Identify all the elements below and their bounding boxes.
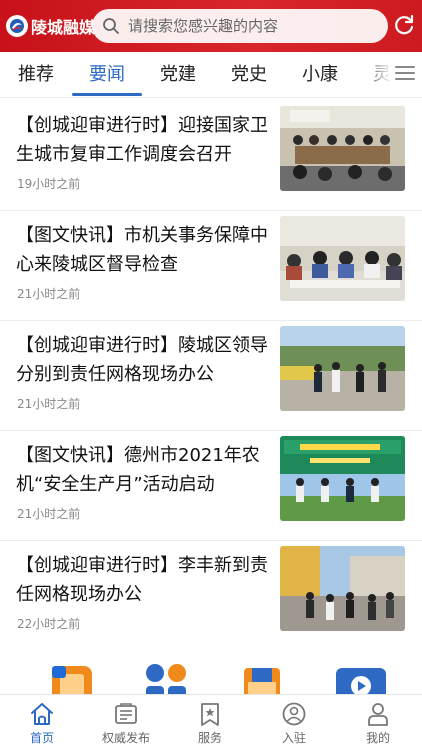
person-icon — [368, 703, 388, 726]
nav-label: 入驻 — [281, 731, 306, 745]
news-thumbnail[interactable] — [280, 436, 405, 521]
service-box-icon[interactable] — [240, 662, 284, 696]
tab-party-history[interactable]: 党史 — [231, 62, 267, 88]
refresh-icon[interactable] — [392, 13, 416, 37]
home-icon — [31, 703, 53, 725]
news-title[interactable]: 【创城迎审进行时】李丰新到责任网格现场办公 — [16, 551, 268, 609]
news-thumbnail[interactable] — [280, 106, 405, 191]
nav-label: 我的 — [365, 731, 390, 745]
news-time: 21小时之前 — [17, 507, 81, 521]
logo-mark-icon — [6, 15, 28, 37]
service-orange-icon[interactable] — [50, 662, 94, 696]
news-thumbnail[interactable] — [280, 546, 405, 631]
news-time: 19小时之前 — [17, 177, 81, 191]
news-item[interactable]: 【图文快讯】德州市2021年农机“安全生产月”活动启动 21小时之前 — [0, 431, 422, 541]
tab-party-building[interactable]: 党建 — [160, 62, 196, 88]
news-thumbnail[interactable] — [280, 326, 405, 411]
search-bar[interactable] — [92, 9, 388, 43]
top-header: 陵城融媒 — [0, 0, 422, 52]
nav-label: 权威发布 — [101, 731, 150, 745]
search-icon — [102, 17, 120, 35]
tab-xiaokang[interactable]: 小康 — [302, 62, 338, 88]
app-logo[interactable]: 陵城融媒 — [6, 14, 95, 38]
bottom-navigation: 首页 权威发布 服务 入驻 我的 — [0, 694, 422, 750]
active-tab-indicator — [72, 93, 142, 96]
nav-official-release[interactable]: 权威发布 — [84, 695, 168, 750]
news-title[interactable]: 【创城迎审进行时】陵城区领导分别到责任网格现场办公 — [16, 331, 268, 389]
newspaper-icon — [115, 703, 137, 724]
nav-label: 首页 — [29, 731, 54, 745]
news-title[interactable]: 【创城迎审进行时】迎接国家卫生城市复审工作调度会召开 — [16, 111, 268, 169]
bookmark-star-icon — [201, 703, 219, 726]
search-input[interactable] — [128, 17, 378, 35]
user-circle-icon — [282, 702, 306, 726]
tab-headlines[interactable]: 要闻 — [89, 62, 125, 88]
nav-mine[interactable]: 我的 — [336, 695, 420, 750]
news-thumbnail[interactable] — [280, 216, 405, 301]
service-video-icon[interactable] — [334, 662, 390, 696]
news-item[interactable]: 【创城迎审进行时】陵城区领导分别到责任网格现场办公 21小时之前 — [0, 321, 422, 431]
service-apps-icon[interactable] — [144, 662, 188, 696]
news-item[interactable]: 【创城迎审进行时】迎接国家卫生城市复审工作调度会召开 19小时之前 — [0, 101, 422, 211]
nav-service[interactable]: 服务 — [168, 695, 252, 750]
service-shortcuts — [0, 652, 422, 696]
nav-settle-in[interactable]: 入驻 — [252, 695, 336, 750]
nav-home[interactable]: 首页 — [0, 695, 84, 750]
news-title[interactable]: 【图文快讯】市机关事务保障中心来陵城区督导检查 — [16, 221, 268, 279]
tab-menu-icon[interactable] — [394, 64, 416, 82]
news-item[interactable]: 【创城迎审进行时】李丰新到责任网格现场办公 22小时之前 — [0, 541, 422, 651]
tab-recommend[interactable]: 推荐 — [18, 62, 54, 88]
nav-label: 服务 — [197, 731, 222, 745]
category-tabs: 推荐 要闻 党建 党史 小康 灵 — [0, 52, 422, 98]
news-title[interactable]: 【图文快讯】德州市2021年农机“安全生产月”活动启动 — [16, 441, 268, 499]
news-time: 21小时之前 — [17, 397, 81, 411]
news-time: 21小时之前 — [17, 287, 81, 301]
news-time: 22小时之前 — [17, 617, 81, 631]
logo-text: 陵城融媒 — [31, 18, 96, 37]
news-item[interactable]: 【图文快讯】市机关事务保障中心来陵城区督导检查 21小时之前 — [0, 211, 422, 321]
